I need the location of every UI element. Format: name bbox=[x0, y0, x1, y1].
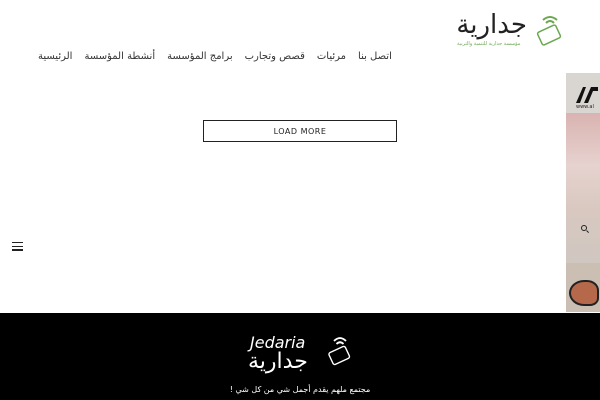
logo-text: جدارية bbox=[456, 10, 527, 40]
nav-item-stories[interactable]: قصص وتجارب bbox=[245, 50, 305, 64]
wifi-card-icon bbox=[536, 16, 562, 46]
main-nav: الرئيسية أنشطة المؤسسة برامج المؤسسة قصص… bbox=[38, 50, 392, 64]
site-logo[interactable]: جدارية مؤسسة جدارية للتنمية والتربية bbox=[455, 8, 567, 50]
side-banner-artwork bbox=[566, 113, 600, 263]
banner-url-text: www.al bbox=[576, 104, 594, 110]
search-icon[interactable] bbox=[581, 225, 587, 231]
nav-item-programs[interactable]: برامج المؤسسة bbox=[167, 50, 233, 64]
nav-item-contact[interactable]: اتصل بنا bbox=[358, 50, 392, 64]
footer-tagline: مجتمع ملهم يقدم أجمل شي من كل شي ! bbox=[229, 385, 371, 394]
wifi-card-icon bbox=[328, 337, 351, 366]
hamburger-icon[interactable] bbox=[12, 242, 23, 251]
banner-figure bbox=[569, 280, 599, 306]
footer-brand-ar: جدارية bbox=[248, 349, 308, 374]
footer-logo[interactable]: Jedaria جدارية bbox=[246, 333, 356, 383]
nav-item-activities[interactable]: أنشطة المؤسسة bbox=[84, 50, 155, 64]
site-footer: Jedaria جدارية مجتمع ملهم يقدم أجمل شي م… bbox=[0, 313, 600, 400]
load-more-button[interactable]: LOAD MORE bbox=[203, 120, 397, 142]
nav-item-videos[interactable]: مرئيات bbox=[317, 50, 346, 64]
side-banner-image[interactable]: www.al bbox=[566, 73, 600, 312]
nav-item-home[interactable]: الرئيسية bbox=[38, 50, 72, 64]
logo-tagline: مؤسسة جدارية للتنمية والتربية bbox=[457, 41, 521, 47]
banner-logo-icon bbox=[576, 87, 598, 103]
